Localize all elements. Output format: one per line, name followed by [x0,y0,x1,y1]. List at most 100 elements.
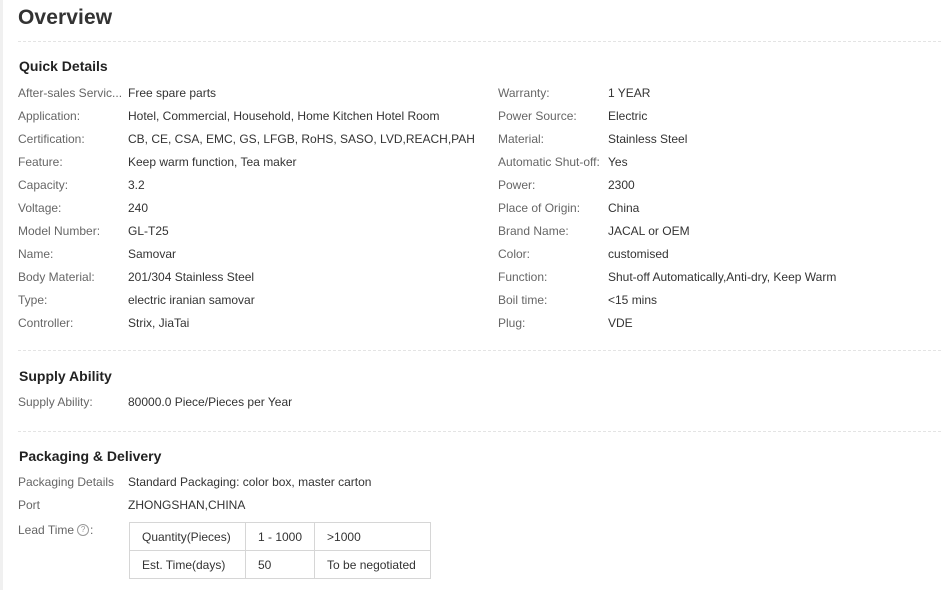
detail-value: JACAL or OEM [608,223,690,238]
quick-details-row: Application: Hotel, Commercial, Household… [18,104,941,127]
detail-value: Stainless Steel [608,131,688,146]
port-value: ZHONGSHAN,CHINA [128,498,246,512]
detail-value: Yes [608,154,628,169]
quick-details-row: Voltage: 240 Place of Origin: China [18,196,941,219]
detail-value: Keep warm function, Tea maker [128,154,297,169]
detail-right: Color: customised [498,247,941,261]
lead-time-table: Quantity(Pieces) 1 - 1000 >1000 Est. Tim… [129,522,432,579]
quick-details-row: Controller: Strix, JiaTai Plug: VDE [18,311,941,334]
lead-table-row: Quantity(Pieces) 1 - 1000 >1000 [129,522,432,551]
supply-ability-row: Supply Ability: 80000.0 Piece/Pieces per… [18,395,292,409]
detail-value: Shut-off Automatically,Anti-dry, Keep Wa… [608,269,837,284]
packaging-details-key: Packaging Details [18,475,115,489]
lead-time-key: Lead Time [18,523,75,537]
detail-left: Capacity: 3.2 [18,178,498,192]
detail-key: Name: [18,246,54,261]
detail-key: Voltage: [18,200,62,215]
lead-table-cell: 1 - 1000 [244,522,316,551]
detail-key: Brand Name: [498,223,569,238]
detail-left: Certification: CB, CE, CSA, EMC, GS, LFGB… [18,132,498,146]
detail-right: Boil time: <15 mins [498,293,941,307]
detail-left: Body Material: 201/304 Stainless Steel [18,270,498,284]
detail-key: Certification: [18,131,85,146]
lead-table-cell: 50 [244,550,316,579]
quick-details-grid: After-sales Servic... Free spare parts War… [18,81,941,334]
detail-right: Automatic Shut-off: Yes [498,155,941,169]
detail-value: VDE [608,315,633,330]
detail-right: Power: 2300 [498,178,941,192]
detail-key: Automatic Shut-off: [498,154,600,169]
lead-table-row: Est. Time(days) 50 To be negotiated [129,550,432,579]
lead-table-cell: >1000 [314,522,432,551]
detail-right: Warranty: 1 YEAR [498,86,941,100]
detail-right: Material: Stainless Steel [498,132,941,146]
quick-details-row: Type: electric iranian samovar Boil time: <… [18,288,941,311]
detail-right: Function: Shut-off Automatically,Anti-dry… [498,270,941,284]
detail-left: Voltage: 240 [18,201,498,215]
detail-left: Type: electric iranian samovar [18,293,498,307]
detail-value: Electric [608,108,648,123]
page-title: Overview [18,6,113,29]
packaging-details-value: Standard Packaging: color box, master ca… [128,475,372,489]
detail-value: 1 YEAR [608,85,651,100]
detail-value: China [608,200,640,215]
detail-value: Hotel, Commercial, Household, Home Kitch… [128,108,440,123]
quick-details-title: Quick Details [19,58,108,74]
detail-left: Application: Hotel, Commercial, Household… [18,109,498,123]
supply-ability-title: Supply Ability [19,368,112,384]
detail-key: Controller: [18,315,74,330]
packaging-title: Packaging & Delivery [19,448,162,464]
supply-ability-value: 80000.0 Piece/Pieces per Year [128,395,293,409]
quick-details-row: Certification: CB, CE, CSA, EMC, GS, LFGB… [18,127,941,150]
detail-right: Plug: VDE [498,316,941,330]
detail-value: 201/304 Stainless Steel [128,269,255,284]
detail-value: Strix, JiaTai [128,315,190,330]
quick-details-row: Name: Samovar Color: customised [18,242,941,265]
detail-left: After-sales Servic... Free spare parts [18,86,498,100]
detail-value: GL-T25 [128,223,169,238]
quick-details-row: Model Number: GL-T25 Brand Name: JACAL or O… [18,219,941,242]
detail-key: Feature: [18,154,63,169]
lead-table-cell: Quantity(Pieces) [129,522,246,551]
detail-value: 240 [128,200,149,215]
detail-value: Free spare parts [128,85,217,100]
detail-key: After-sales Servic... [18,85,123,100]
lead-table-cell: Est. Time(days) [129,550,246,579]
detail-left: Feature: Keep warm function, Tea maker [18,155,498,169]
detail-left: Controller: Strix, JiaTai [18,316,498,330]
port-key: Port [18,498,41,512]
detail-value: 3.2 [128,177,145,192]
title-divider [18,41,941,42]
detail-right: Place of Origin: China [498,201,941,215]
detail-left: Name: Samovar [18,247,498,261]
lead-time-label: Lead Time ? : [18,523,93,537]
supply-ability-key: Supply Ability: [18,395,93,409]
help-icon[interactable]: ? [77,524,90,536]
quick-details-divider [18,350,941,351]
detail-right: Power Source: Electric [498,109,941,123]
lead-table-cell: To be negotiated [314,550,432,579]
detail-left: Model Number: GL-T25 [18,224,498,238]
detail-value: 2300 [608,177,635,192]
quick-details-row: Feature: Keep warm function, Tea maker Aut… [18,150,941,173]
packaging-details-row: Packaging Details Standard Packaging: co… [18,475,371,489]
quick-details-row: Capacity: 3.2 Power: 2300 [18,173,941,196]
detail-value: electric iranian samovar [128,292,255,307]
detail-key: Plug: [498,315,526,330]
detail-key: Power Source: [498,108,577,123]
quick-details-row: After-sales Servic... Free spare parts War… [18,81,941,104]
detail-key: Warranty: [498,85,550,100]
detail-key: Color: [498,246,531,261]
detail-key: Power: [498,177,536,192]
quick-details-row: Body Material: 201/304 Stainless Steel Fun… [18,265,941,288]
detail-key: Place of Origin: [498,200,581,215]
port-row: Port ZHONGSHAN,CHINA [18,498,245,512]
left-border [0,0,3,590]
detail-value: customised [608,246,669,261]
detail-value: CB, CE, CSA, EMC, GS, LFGB, RoHS, SASO, … [128,131,475,146]
detail-key: Boil time: [498,292,548,307]
detail-key: Application: [18,108,81,123]
detail-key: Body Material: [18,269,95,284]
detail-value: <15 mins [608,292,658,307]
detail-key: Type: [18,292,48,307]
